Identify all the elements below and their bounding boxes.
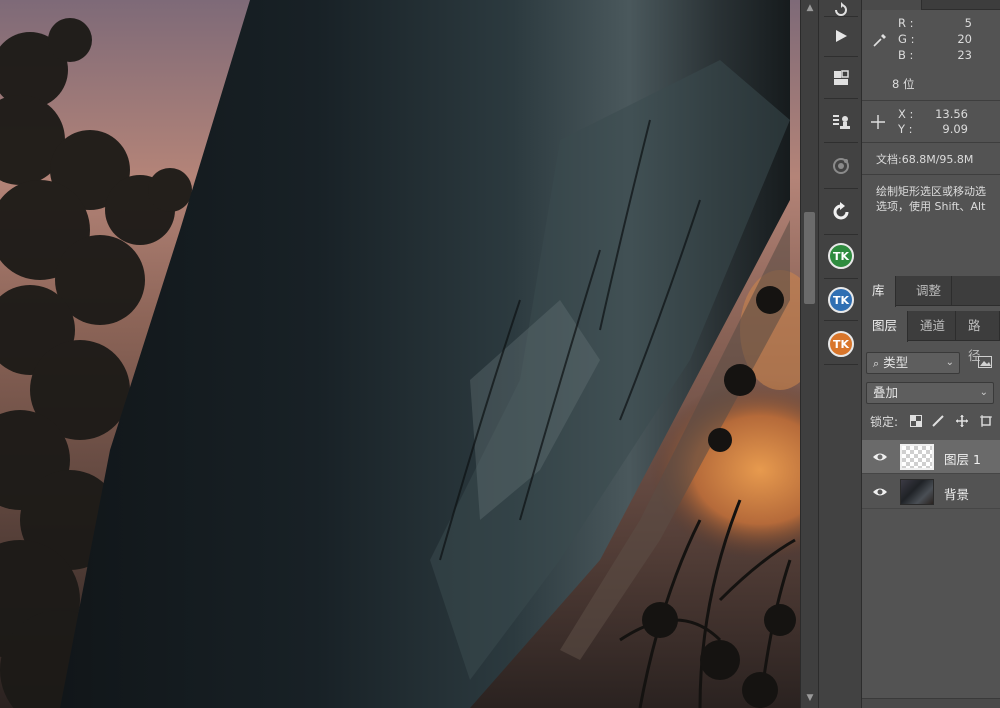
g-value: 20 [957,32,972,46]
lock-label: 锁定: [870,415,899,429]
document-canvas[interactable] [0,0,800,708]
x-label: X : [898,107,914,121]
image-filter-icon[interactable] [978,356,992,368]
scroll-down-arrow-icon[interactable]: ▼ [803,692,817,704]
blend-mode-value: 叠加 [873,385,899,400]
chevron-down-icon: ⌄ [979,387,988,398]
layer-row[interactable]: 背景 [862,475,1000,509]
r-value: 5 [964,16,972,30]
layers-tabbar: 图层 通道 路径 [862,311,1000,363]
photo-image [0,0,800,708]
tab-adjustments[interactable]: 调整 [906,276,953,306]
tab-paths[interactable]: 路径 [958,311,1000,363]
r-label: R : [898,16,914,30]
scrollbar-thumb[interactable] [804,212,815,304]
bit-depth: 8 位 [892,77,915,91]
tool-hint-line-1: 绘制矩形选区或移动选 [876,185,986,198]
refresh-icon[interactable] [822,192,860,232]
tool-hint-line-2: 选项，使用 Shift、Alt [876,200,986,213]
3d-cube-icon[interactable] [822,58,860,98]
lock-row: 锁定: [862,408,1000,434]
info-panel-tabbar [862,0,1000,10]
scroll-up-arrow-icon[interactable]: ▲ [803,2,817,14]
chevron-down-icon: ⌄ [945,357,954,368]
layers-panel-footer [862,698,1000,708]
pattern-icon[interactable] [822,146,860,186]
layer-filter-kind-select[interactable]: ⌕ 类型 ⌄ [866,352,960,374]
crosshair-icon [871,115,885,129]
b-label: B : [898,48,914,62]
canvas-vertical-scrollbar[interactable]: ▲ ▼ [800,0,818,708]
layer-name: 背景 [944,487,970,502]
layer-row[interactable]: 图层 1 [862,440,1000,474]
layer-thumbnail [900,479,934,505]
search-icon: ⌕ [873,357,880,370]
tab-library[interactable]: 库 [862,276,896,307]
b-value: 23 [957,48,972,62]
eyedropper-icon [873,34,886,47]
tab-layers[interactable]: 图层 [862,311,909,342]
lock-transparent-pixels-icon[interactable] [910,415,922,427]
layer-name: 图层 1 [944,452,981,467]
layer-filter-kind-value: 类型 [883,355,909,370]
tk-green-icon[interactable]: TK [822,236,860,276]
x-value: 13.56 [935,107,968,121]
play-icon[interactable] [822,16,860,56]
layer-thumbnail [900,444,934,470]
info-panel: R : 5 G : 20 B : 23 8 位 X : 13.56 Y : 9.… [862,0,1000,268]
tab-channels[interactable]: 通道 [910,311,957,341]
g-label: G : [898,32,915,46]
stamp-list-icon[interactable] [822,102,860,142]
lock-artboard-icon[interactable] [980,415,992,427]
y-label: Y : [898,122,913,136]
eye-icon[interactable] [872,450,888,464]
lock-image-pixels-icon[interactable] [932,415,944,427]
right-panels: R : 5 G : 20 B : 23 8 位 X : 13.56 Y : 9.… [862,0,1000,708]
panel-icon-dock: TK TK TK [818,0,862,708]
tk-orange-icon[interactable]: TK [822,324,860,364]
document-size: 文档:68.8M/95.8M [876,153,974,166]
library-tabbar: 库 调整 [862,276,1000,307]
y-value: 9.09 [942,122,968,136]
blend-mode-select[interactable]: 叠加 ⌄ [866,382,994,404]
eye-icon[interactable] [872,485,888,499]
lock-position-icon[interactable] [956,415,968,427]
tk-blue-icon[interactable]: TK [822,280,860,320]
